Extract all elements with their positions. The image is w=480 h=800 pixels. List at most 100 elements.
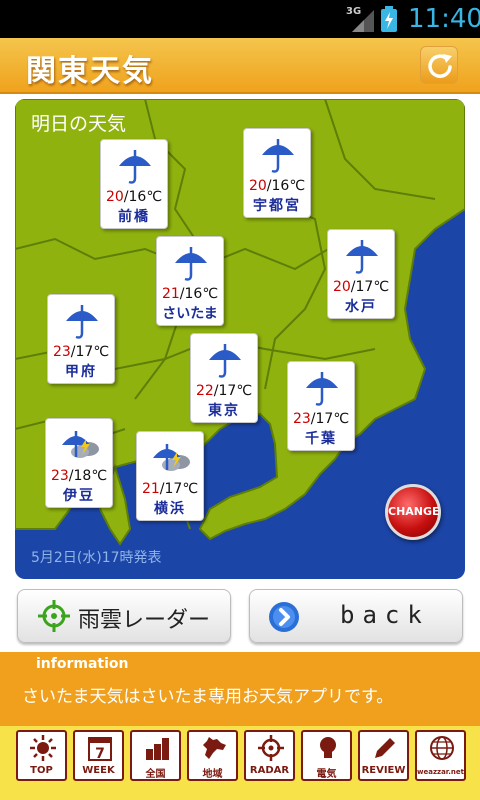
low-temp: 17 — [164, 481, 183, 497]
low-temp: 17 — [75, 344, 94, 360]
city-name: 伊豆 — [63, 488, 95, 504]
high-temp: 21 — [141, 481, 160, 497]
information-banner: information さいたま天気はさいたま専用お天気アプリです。 — [0, 652, 480, 726]
information-heading: information — [36, 656, 129, 672]
toolbar-nationwide-label: 全国 — [145, 769, 166, 780]
high-temp: 20 — [248, 178, 267, 194]
app-header: 関東天気 — [0, 38, 480, 94]
page-title: 関東天気 — [26, 54, 154, 89]
umbrella-icon — [346, 240, 378, 274]
crosshair-icon — [38, 600, 70, 632]
umbrella-thunder-icon — [153, 444, 190, 471]
battery-charging-icon — [381, 6, 397, 32]
published-time: 5月2日(水)17時発表 — [31, 550, 162, 566]
temp-unit: ℃ — [236, 383, 253, 399]
sun-icon — [30, 735, 56, 761]
umbrella-icon — [175, 247, 207, 281]
low-temp: 17 — [315, 411, 334, 427]
temperature: 21/16℃ — [161, 286, 219, 302]
temperature: 20/16℃ — [248, 178, 306, 194]
hokkaido-map-icon — [203, 737, 226, 759]
low-temp: 17 — [355, 279, 374, 295]
temperature: 20/16℃ — [105, 189, 163, 205]
bar-chart-icon — [146, 738, 169, 760]
temp-unit: ℃ — [182, 481, 199, 497]
high-temp: 21 — [161, 286, 180, 302]
signal-icon — [352, 10, 374, 32]
city-name: 前橋 — [118, 209, 150, 225]
temperature: 23/17℃ — [292, 411, 350, 427]
back-label: back — [340, 601, 430, 629]
toolbar-radar-button[interactable]: RADAR — [244, 730, 295, 781]
high-temp: 20 — [332, 279, 351, 295]
umbrella-icon — [119, 150, 151, 184]
low-temp: 18 — [73, 468, 92, 484]
status-bar: 3G 11:40 — [0, 0, 480, 38]
calendar-day-number: 7 — [95, 746, 105, 761]
high-temp: 22 — [195, 383, 214, 399]
city-name: 東京 — [208, 403, 240, 419]
city-name: 水戸 — [345, 299, 377, 315]
forecast-card-kofu[interactable]: 23/17℃ 甲府 — [47, 294, 115, 384]
forecast-card-utsunomiya[interactable]: 20/16℃ 宇都宮 — [243, 128, 311, 218]
toolbar-website-button[interactable]: weazzar.net — [415, 730, 466, 781]
temperature: 23/18℃ — [50, 468, 108, 484]
refresh-button[interactable] — [420, 46, 458, 84]
temp-unit: ℃ — [202, 286, 219, 302]
forecast-card-izu[interactable]: 23/18℃ 伊豆 — [45, 418, 113, 508]
temp-unit: ℃ — [289, 178, 306, 194]
map-title: 明日の天気 — [31, 113, 127, 135]
umbrella-thunder-icon — [62, 431, 99, 458]
forecast-card-chiba[interactable]: 23/17℃ 千葉 — [287, 361, 355, 451]
low-temp: 16 — [184, 286, 203, 302]
umbrella-icon — [306, 372, 338, 406]
temperature: 20/17℃ — [332, 279, 390, 295]
toolbar-nationwide-button[interactable]: 全国 — [130, 730, 181, 781]
forecast-card-yokohama[interactable]: 21/17℃ 横浜 — [136, 431, 204, 521]
umbrella-icon — [262, 139, 294, 173]
temp-unit: ℃ — [93, 344, 110, 360]
high-temp: 23 — [52, 344, 71, 360]
toolbar-top-label: TOP — [30, 765, 53, 776]
arrow-right-icon — [269, 602, 299, 632]
toolbar-review-button[interactable]: REVIEW — [358, 730, 409, 781]
umbrella-icon — [209, 344, 241, 378]
toolbar-region-label: 地域 — [202, 769, 223, 780]
toolbar-review-label: REVIEW — [361, 765, 406, 776]
temperature: 21/17℃ — [141, 481, 199, 497]
weather-map: 明日の天気 20/16℃ 前橋 20/16℃ 宇都宮 21/16℃ さいたま 2… — [15, 99, 465, 579]
umbrella-icon — [66, 305, 98, 339]
city-name: 甲府 — [65, 364, 97, 380]
information-text: さいたま天気はさいたま専用お天気アプリです。 — [22, 687, 394, 707]
forecast-card-maebashi[interactable]: 20/16℃ 前橋 — [100, 139, 168, 229]
high-temp: 23 — [50, 468, 69, 484]
low-temp: 17 — [218, 383, 237, 399]
toolbar-week-button[interactable]: 7 WEEK — [73, 730, 124, 781]
toolbar-electricity-button[interactable]: 電気 — [301, 730, 352, 781]
change-button[interactable]: CHANGE — [385, 484, 441, 540]
forecast-card-tokyo[interactable]: 22/17℃ 東京 — [190, 333, 258, 423]
pencil-icon — [375, 738, 395, 758]
back-button[interactable]: back — [249, 589, 463, 643]
calendar-icon: 7 — [88, 737, 112, 761]
city-name: さいたま — [162, 306, 218, 322]
toolbar-electricity-label: 電気 — [316, 769, 337, 780]
low-temp: 16 — [271, 178, 290, 194]
forecast-card-mito[interactable]: 20/17℃ 水戸 — [327, 229, 395, 319]
city-name: 千葉 — [305, 431, 337, 447]
temp-unit: ℃ — [373, 279, 390, 295]
toolbar-week-label: WEEK — [82, 765, 115, 776]
rain-radar-button[interactable]: 雨雲レーダー — [17, 589, 231, 643]
low-temp: 16 — [128, 189, 147, 205]
toolbar-radar-label: RADAR — [249, 765, 290, 776]
toolbar-region-button[interactable]: 地域 — [187, 730, 238, 781]
lightbulb-icon — [320, 737, 336, 758]
bottom-toolbar: TOP 7 WEEK 全国 地域 RADAR 電気 REVIEW weazzar… — [0, 726, 480, 800]
toolbar-website-label: weazzar.net — [417, 768, 465, 776]
toolbar-top-button[interactable]: TOP — [16, 730, 67, 781]
temp-unit: ℃ — [146, 189, 163, 205]
rain-radar-label: 雨雲レーダー — [78, 608, 211, 633]
refresh-icon — [428, 54, 452, 78]
forecast-card-saitama[interactable]: 21/16℃ さいたま — [156, 236, 224, 326]
temperature: 23/17℃ — [52, 344, 110, 360]
